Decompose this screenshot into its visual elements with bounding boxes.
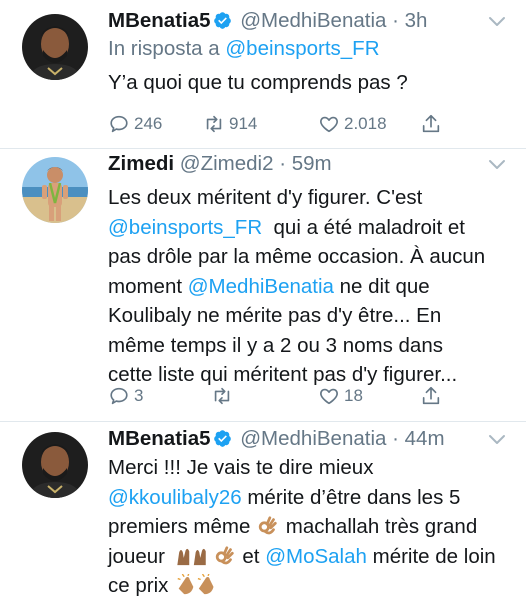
share-icon [422, 386, 440, 405]
reply-prefix: In risposta a [108, 37, 220, 60]
tweet-header: MBenatia5 @MedhiBenatia · 3h [108, 8, 486, 34]
avatar-zimedi[interactable] [22, 157, 88, 223]
tweet-header: MBenatia5 @MedhiBenatia · 44m [108, 426, 486, 452]
text-segment: qui a été maladroit et [262, 215, 465, 239]
tweet-text-line: Koulibaly ne mérite pas d'y être... En [108, 304, 442, 327]
tweet-text-line: premiers même machallah très grand [108, 512, 518, 542]
ok-hand-emoji [257, 515, 279, 537]
avatar-mbenatia[interactable] [22, 432, 88, 498]
separator-dot: · [392, 427, 399, 450]
mention-link[interactable]: @MedhiBenatia [188, 275, 334, 298]
avatar-image [22, 432, 88, 498]
tweet-text-line: Y’a quoi que tu comprends pas ? [108, 71, 408, 94]
handle[interactable]: @Zimedi2 [180, 152, 274, 175]
tweet-header: Zimedi @Zimedi2 · 59m [108, 151, 486, 177]
like-button[interactable]: 2.018 [318, 111, 387, 137]
display-name[interactable]: MBenatia5 [108, 427, 211, 450]
like-count: 18 [344, 386, 363, 405]
tweet-text-line: Les deux méritent d'y figurer. C'est [108, 186, 423, 209]
text-segment: joueur [108, 544, 171, 568]
share-icon [422, 114, 440, 133]
retweet-button[interactable] [211, 383, 237, 409]
reply-count: 246 [134, 114, 163, 133]
text-segment: ce prix [108, 574, 175, 597]
heart-icon [320, 116, 338, 133]
timestamp[interactable]: 3h [405, 9, 428, 32]
reply-icon [110, 115, 128, 133]
reply-context: In risposta a @beinsports_FR [108, 36, 380, 62]
like-button[interactable]: 18 [318, 383, 363, 409]
avatar-image [22, 14, 88, 80]
reply-button[interactable]: 246 [108, 111, 162, 137]
timestamp[interactable]: 59m [292, 152, 332, 175]
share-button[interactable] [420, 383, 442, 409]
separator-dot: · [392, 9, 399, 32]
text-segment: et [236, 544, 266, 568]
share-button[interactable] [420, 111, 442, 137]
handle[interactable]: @MedhiBenatia [240, 9, 386, 32]
verified-badge-icon [213, 11, 232, 30]
reply-count: 3 [134, 386, 144, 405]
tweet-actions: 3 18 [108, 383, 506, 409]
chevron-down-icon[interactable] [488, 159, 506, 171]
retweet-button[interactable]: 914 [203, 111, 257, 137]
avatar-image [22, 157, 88, 223]
text-segment: mérite de loin [366, 544, 496, 568]
tweet-text-line: joueur et @MoSalah mérite de loin [108, 542, 518, 572]
heart-icon [320, 388, 338, 405]
retweet-icon [214, 387, 230, 405]
like-count: 2.018 [344, 114, 387, 133]
timestamp[interactable]: 44m [405, 427, 445, 450]
display-name[interactable]: Zimedi [108, 152, 174, 175]
tweet-text-line: @kkoulibaly26 mérite d’être dans les 5 [108, 483, 518, 513]
tweet-text-line: ce prix [108, 571, 518, 600]
tweet-text: Merci !!! Je vais te dire mieux @kkoulib… [108, 453, 518, 600]
separator-dot: · [279, 152, 287, 175]
tweet-text-line: pas drôle par la même occasion. À aucun [108, 245, 486, 268]
tweet-text-line: moment @MedhiBenatia ne dit que [108, 272, 518, 302]
tweet-text-line: @beinsports_FR qui a été maladroit et [108, 213, 518, 243]
folded-hands-emoji [172, 545, 212, 567]
reply-to-mention[interactable]: @beinsports_FR [225, 37, 379, 60]
ok-hand-emoji [214, 545, 236, 567]
tweet-text-line: même temps il y a 2 ou 3 noms dans [108, 333, 443, 357]
text-segment: mérite d’être dans les 5 [241, 485, 461, 509]
text-segment: premiers même [108, 515, 257, 538]
retweet-icon [206, 115, 222, 133]
tweet-2[interactable]: Zimedi @Zimedi2 · 59m Les deux méritent … [0, 149, 526, 421]
tweet-text-line: Merci !!! Je vais te dire mieux [108, 456, 374, 479]
verified-badge-icon [213, 429, 232, 448]
tweet-actions: 246 914 2.018 [108, 111, 506, 137]
text-segment: ne dit que [333, 274, 430, 298]
text-segment: machallah très grand [280, 515, 478, 538]
retweet-count: 914 [229, 114, 258, 133]
tweet-1[interactable]: MBenatia5 @MedhiBenatia · 3h In risposta… [0, 0, 526, 150]
avatar-mbenatia[interactable] [22, 14, 88, 80]
chevron-down-icon[interactable] [488, 434, 506, 446]
reply-button[interactable]: 3 [108, 383, 143, 409]
tweet-text: Les deux méritent d'y figurer. C'est @be… [108, 183, 518, 390]
tweet-3[interactable]: MBenatia5 @MedhiBenatia · 44m Merci !!! … [0, 422, 526, 600]
clapping-hands-emoji [175, 574, 219, 596]
handle[interactable]: @MedhiBenatia [240, 427, 386, 450]
tweet-text: Y’a quoi que tu comprends pas ? [108, 68, 518, 98]
mention-link[interactable]: @kkoulibaly26 [108, 486, 242, 509]
mention-link[interactable]: @MoSalah [265, 545, 367, 568]
reply-icon [110, 387, 128, 405]
text-segment: moment [108, 274, 188, 298]
chevron-down-icon[interactable] [488, 16, 506, 28]
display-name[interactable]: MBenatia5 [108, 9, 211, 32]
mention-link[interactable]: @beinsports_FR [108, 216, 262, 239]
